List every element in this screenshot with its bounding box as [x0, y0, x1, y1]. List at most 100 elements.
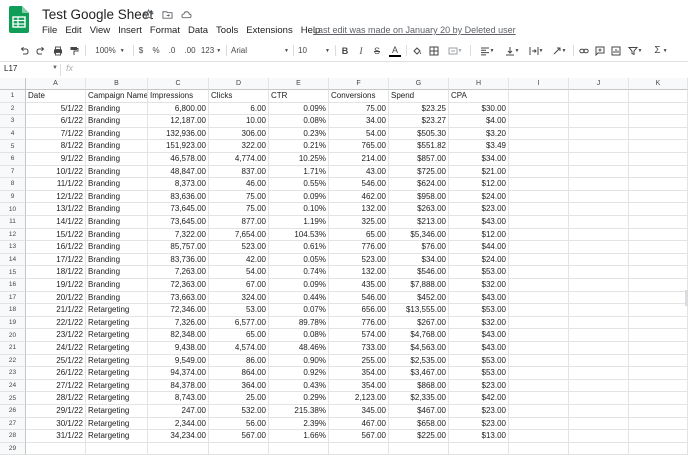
cell-b12[interactable]: Branding: [86, 228, 148, 242]
cell-c11[interactable]: 73,645.00: [148, 216, 209, 229]
row-header[interactable]: 16: [0, 279, 26, 292]
cell-d18[interactable]: 53.00: [209, 304, 269, 317]
cell-j28[interactable]: [569, 430, 629, 443]
cell-c28[interactable]: 34,234.00: [148, 430, 209, 443]
column-header-e[interactable]: E: [269, 78, 329, 90]
cell-f22[interactable]: 255.00: [329, 354, 389, 368]
cell-i1[interactable]: [509, 90, 569, 103]
cell-d11[interactable]: 877.00: [209, 216, 269, 229]
cell-d3[interactable]: 10.00: [209, 115, 269, 128]
cell-b16[interactable]: Branding: [86, 279, 148, 292]
cell-j9[interactable]: [569, 190, 629, 204]
cell-j6[interactable]: [569, 153, 629, 166]
menu-edit[interactable]: Edit: [61, 25, 85, 36]
cell-e21[interactable]: 48.46%: [269, 342, 329, 355]
cell-a27[interactable]: 30/1/22: [26, 417, 86, 431]
cell-e13[interactable]: 0.61%: [269, 241, 329, 254]
cell-b26[interactable]: Retargeting: [86, 405, 148, 418]
cell-i12[interactable]: [509, 228, 569, 242]
cell-a9[interactable]: 12/1/22: [26, 190, 86, 204]
cell-i13[interactable]: [509, 241, 569, 254]
cell-c20[interactable]: 82,348.00: [148, 329, 209, 342]
row-header[interactable]: 4: [0, 127, 26, 141]
cell-e1[interactable]: CTR: [269, 90, 329, 103]
cell-k15[interactable]: [629, 266, 688, 279]
cell-c26[interactable]: 247.00: [148, 405, 209, 418]
cell-d29[interactable]: [209, 442, 269, 455]
decrease-decimal-button[interactable]: .0: [166, 44, 178, 57]
cell-h3[interactable]: $4.00: [449, 115, 509, 128]
cell-b2[interactable]: Branding: [86, 102, 148, 116]
cell-g13[interactable]: $76.00: [389, 241, 449, 254]
cell-f25[interactable]: 2,123.00: [329, 392, 389, 405]
cell-c24[interactable]: 84,378.00: [148, 379, 209, 393]
cell-h26[interactable]: $23.00: [449, 405, 509, 418]
cell-a29[interactable]: [26, 442, 86, 455]
strikethrough-button[interactable]: S: [372, 44, 382, 57]
column-header-g[interactable]: G: [389, 78, 449, 90]
cell-a2[interactable]: 5/1/22: [26, 102, 86, 116]
cell-g15[interactable]: $546.00: [389, 266, 449, 279]
cell-e25[interactable]: 0.29%: [269, 392, 329, 405]
text-rotation-icon[interactable]: ▼: [549, 44, 569, 57]
cell-a15[interactable]: 18/1/22: [26, 266, 86, 279]
row-header[interactable]: 19: [0, 316, 26, 330]
cell-k5[interactable]: [629, 140, 688, 153]
cell-f17[interactable]: 546.00: [329, 291, 389, 305]
cell-h18[interactable]: $53.00: [449, 304, 509, 317]
cell-g2[interactable]: $23.25: [389, 102, 449, 116]
borders-icon[interactable]: [428, 44, 440, 57]
cell-a4[interactable]: 7/1/22: [26, 127, 86, 141]
cell-e16[interactable]: 0.09%: [269, 279, 329, 292]
cell-h27[interactable]: $23.00: [449, 417, 509, 431]
cell-g22[interactable]: $2,535.00: [389, 354, 449, 368]
cell-f18[interactable]: 656.00: [329, 304, 389, 317]
cell-j10[interactable]: [569, 203, 629, 216]
text-wrap-icon[interactable]: ▼: [526, 44, 546, 57]
text-color-button[interactable]: A: [389, 44, 401, 57]
cell-h28[interactable]: $13.00: [449, 430, 509, 443]
cell-j29[interactable]: [569, 442, 629, 455]
cell-j8[interactable]: [569, 178, 629, 191]
cell-f1[interactable]: Conversions: [329, 90, 389, 103]
cell-a17[interactable]: 20/1/22: [26, 291, 86, 305]
cell-b17[interactable]: Branding: [86, 291, 148, 305]
cell-a12[interactable]: 15/1/22: [26, 228, 86, 242]
cell-c7[interactable]: 48,847.00: [148, 165, 209, 179]
row-header[interactable]: 9: [0, 190, 26, 204]
cell-b6[interactable]: Branding: [86, 153, 148, 166]
cell-a19[interactable]: 22/1/22: [26, 316, 86, 330]
cell-c1[interactable]: Impressions: [148, 90, 209, 103]
cell-d4[interactable]: 306.00: [209, 127, 269, 141]
cell-i25[interactable]: [509, 392, 569, 405]
cell-f26[interactable]: 345.00: [329, 405, 389, 418]
cell-i2[interactable]: [509, 102, 569, 116]
cell-b15[interactable]: Branding: [86, 266, 148, 279]
menu-view[interactable]: View: [86, 25, 114, 36]
cell-b4[interactable]: Branding: [86, 127, 148, 141]
cell-i10[interactable]: [509, 203, 569, 216]
row-header[interactable]: 20: [0, 329, 26, 342]
cell-d8[interactable]: 46.00: [209, 178, 269, 191]
cell-c21[interactable]: 9,438.00: [148, 342, 209, 355]
cell-f3[interactable]: 34.00: [329, 115, 389, 128]
cell-i29[interactable]: [509, 442, 569, 455]
cell-c8[interactable]: 8,373.00: [148, 178, 209, 191]
cell-d20[interactable]: 65.00: [209, 329, 269, 342]
cell-j5[interactable]: [569, 140, 629, 153]
row-header[interactable]: 24: [0, 379, 26, 393]
cell-g26[interactable]: $467.00: [389, 405, 449, 418]
cell-h16[interactable]: $32.00: [449, 279, 509, 292]
cell-a24[interactable]: 27/1/22: [26, 379, 86, 393]
cell-g19[interactable]: $267.00: [389, 316, 449, 330]
row-header[interactable]: 14: [0, 253, 26, 267]
cell-i8[interactable]: [509, 178, 569, 191]
cell-g20[interactable]: $4,768.00: [389, 329, 449, 342]
functions-icon[interactable]: Σ ▼: [652, 44, 670, 57]
cell-i17[interactable]: [509, 291, 569, 305]
cell-g9[interactable]: $958.00: [389, 190, 449, 204]
cell-h17[interactable]: $43.00: [449, 291, 509, 305]
cell-j7[interactable]: [569, 165, 629, 179]
cell-b18[interactable]: Retargeting: [86, 304, 148, 317]
cell-a14[interactable]: 17/1/22: [26, 253, 86, 267]
